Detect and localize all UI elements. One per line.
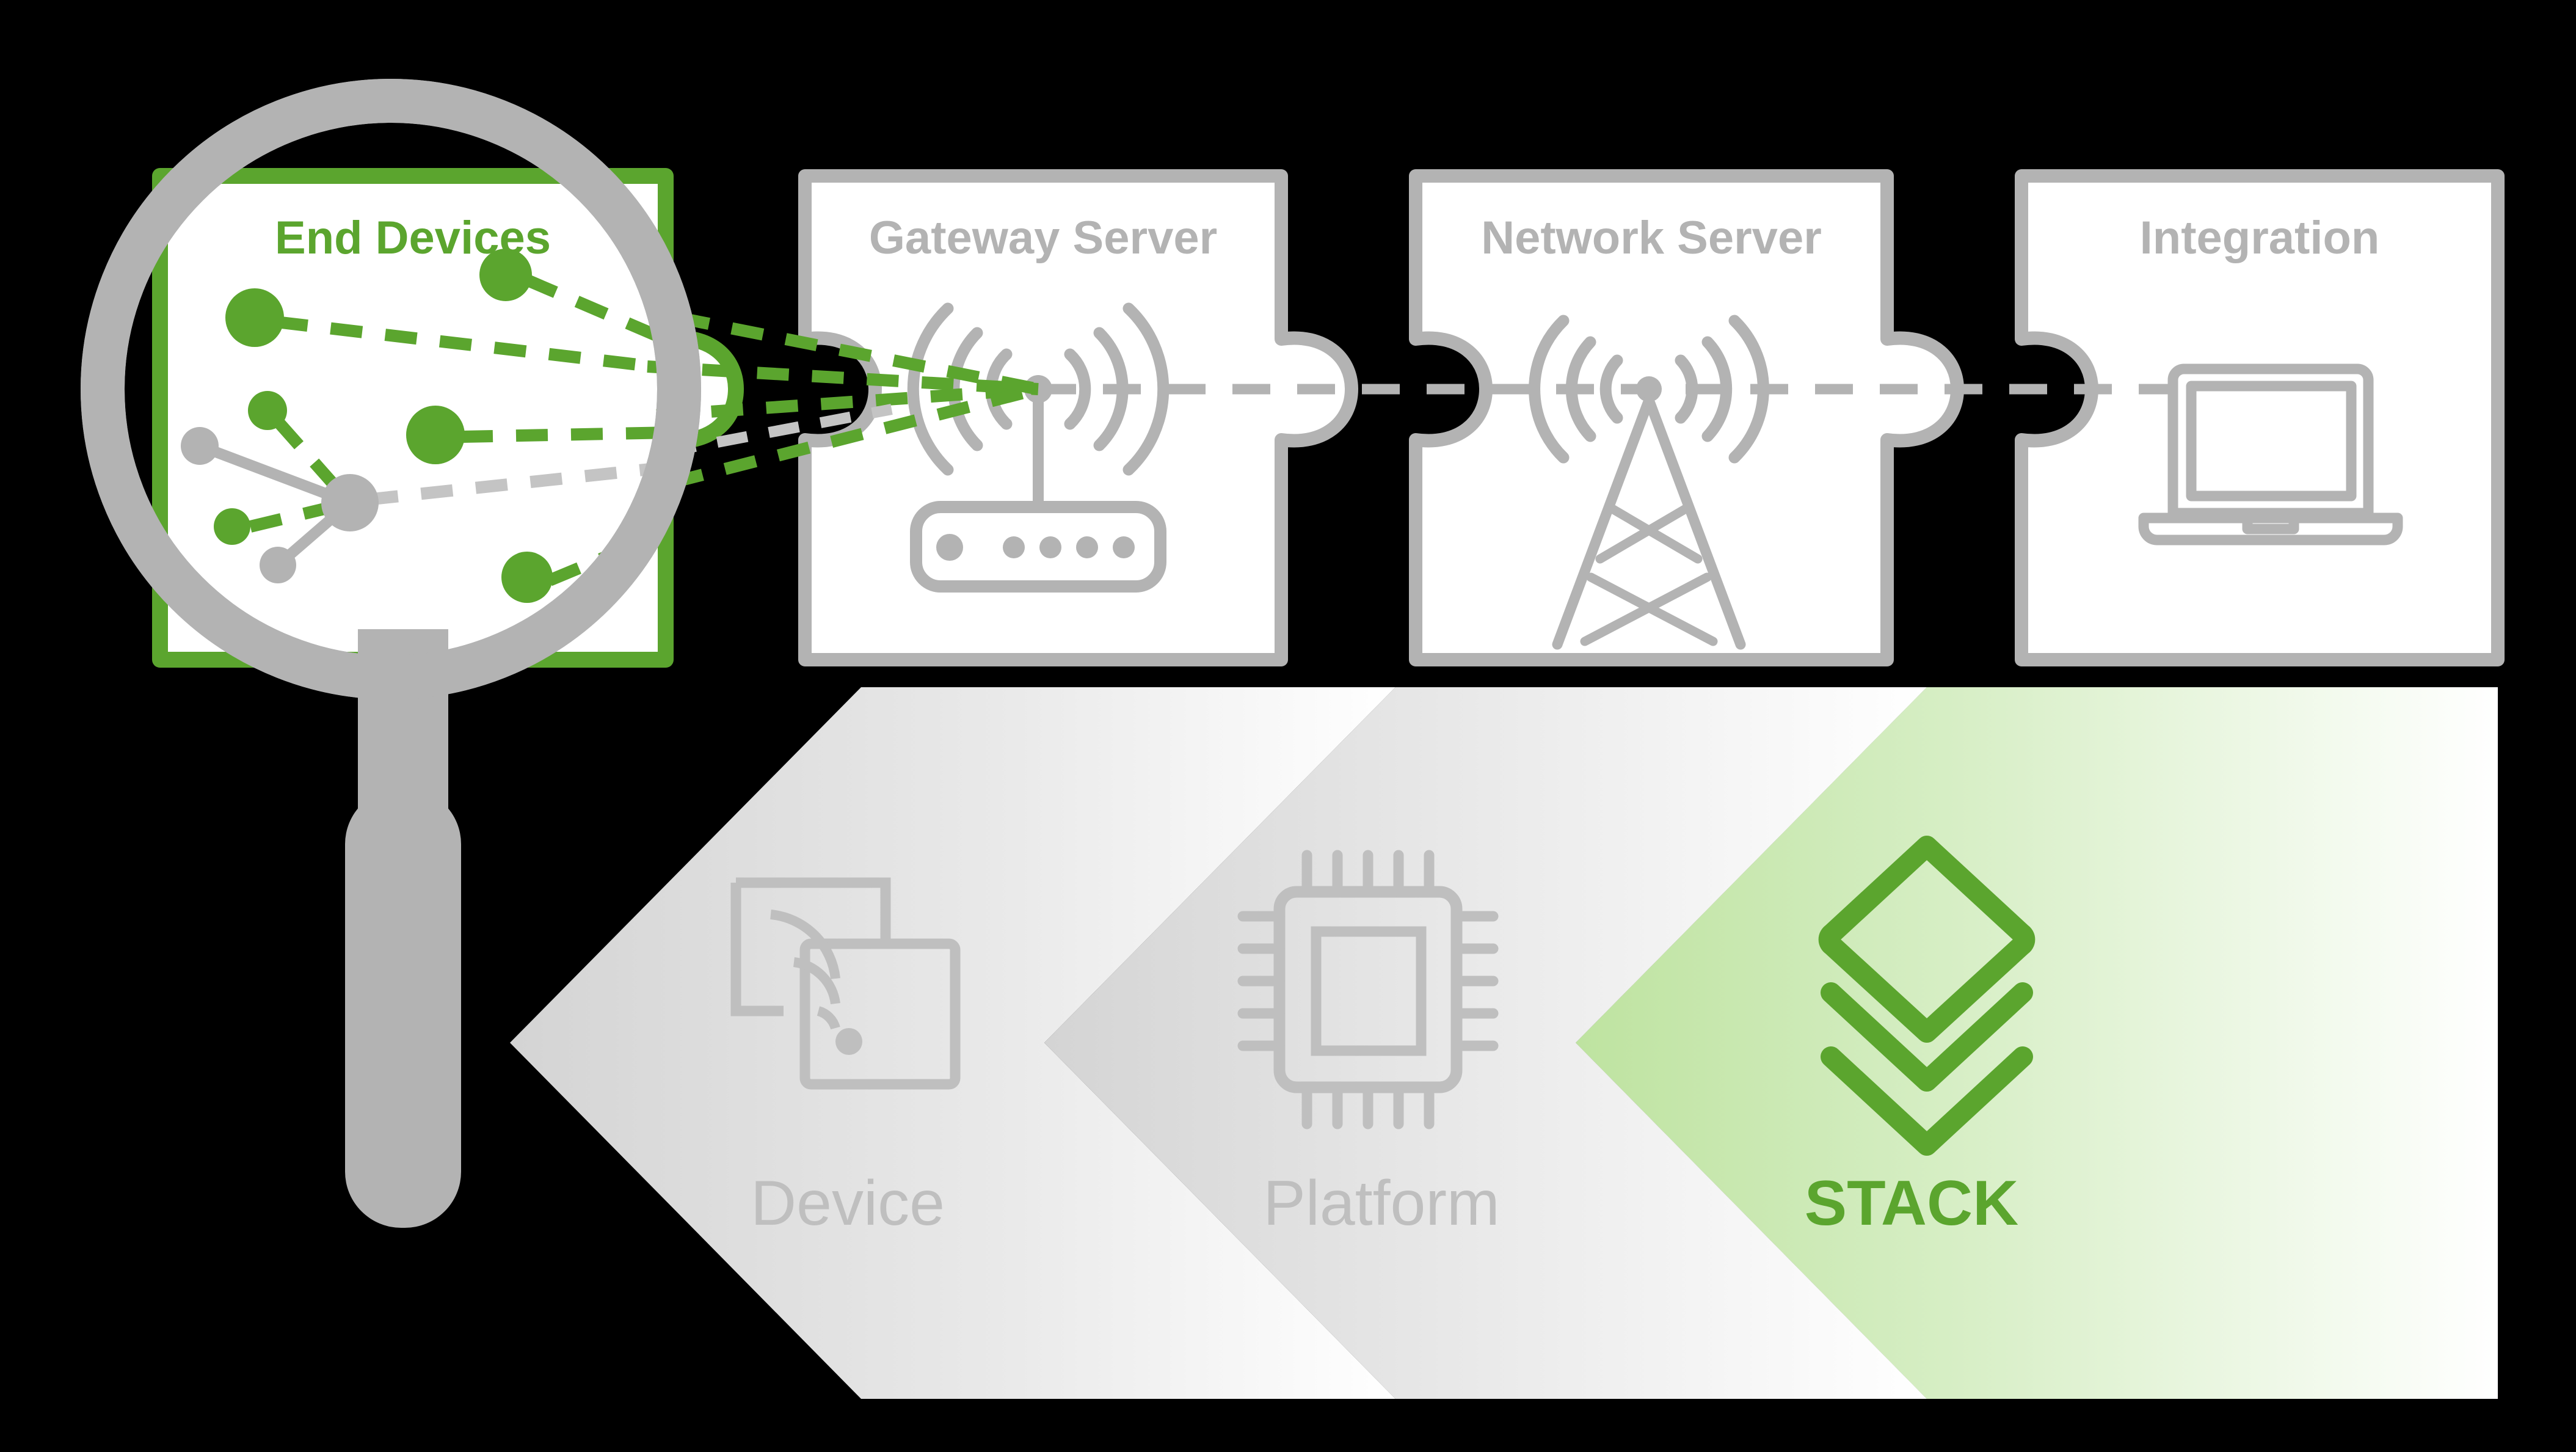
puzzle-label-end-devices: End Devices <box>275 212 551 264</box>
puzzle-label-network-server: Network Server <box>1481 212 1822 264</box>
arrow-label-stack: STACK <box>1805 1168 2019 1239</box>
arrow-label-platform: Platform <box>1263 1168 1499 1239</box>
diagram-canvas: End Devices Gateway Server Network Serve… <box>0 0 2576 1452</box>
puzzle-label-gateway-server: Gateway Server <box>869 212 1217 264</box>
arrow-label-device: Device <box>751 1168 945 1239</box>
magnifier-handle <box>345 788 461 1228</box>
puzzle-label-integration: Integration <box>2140 212 2380 264</box>
